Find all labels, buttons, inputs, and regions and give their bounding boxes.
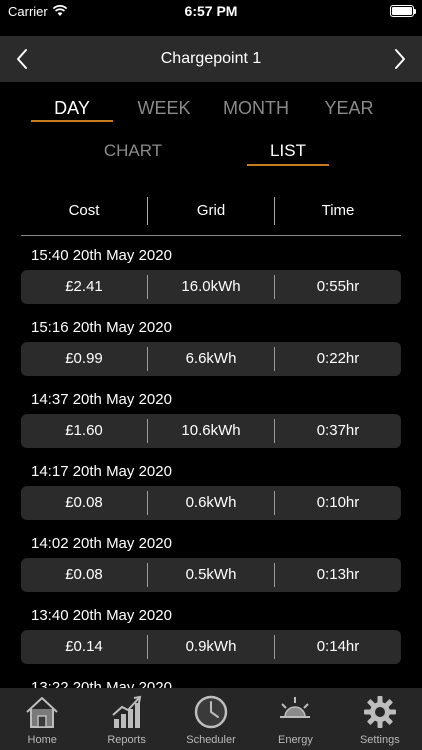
column-header-time: Time — [274, 197, 401, 225]
battery-icon — [390, 5, 416, 17]
session-time: 0:14hr — [274, 635, 401, 659]
tab-month[interactable]: MONTH — [215, 96, 297, 124]
session-cost: £0.14 — [65, 638, 103, 655]
session-date: 14:17 20th May 2020 — [31, 463, 172, 480]
list-item: 15:16 20th May 2020 £0.99 6.6kWh 0:22hr — [21, 318, 401, 390]
clock-label: 6:57 PM — [184, 3, 238, 19]
session-row[interactable]: £0.08 0.6kWh 0:10hr — [21, 486, 401, 520]
home-icon — [26, 697, 58, 728]
session-grid: 0.9kWh — [147, 635, 274, 659]
session-row[interactable]: £2.41 16.0kWh 0:55hr — [21, 270, 401, 304]
sun-icon — [280, 697, 311, 718]
tabbar-label: Settings — [359, 734, 400, 746]
session-time: 0:55hr — [274, 275, 401, 299]
list-item: 13:22 20th May 2020 — [21, 678, 401, 688]
session-cost: £1.60 — [65, 422, 103, 439]
tabbar-item-scheduler[interactable]: Scheduler — [169, 688, 253, 750]
reports-icon — [111, 695, 141, 728]
session-row[interactable]: £0.99 6.6kWh 0:22hr — [21, 342, 401, 376]
session-grid: 10.6kWh — [147, 419, 274, 443]
session-time: 0:10hr — [274, 491, 401, 515]
tabbar-item-reports[interactable]: Reports — [84, 688, 168, 750]
session-date: 14:02 20th May 2020 — [31, 535, 172, 552]
list-item: 14:37 20th May 2020 £1.60 10.6kWh 0:37hr — [21, 390, 401, 462]
tabbar-label: Energy — [277, 734, 313, 746]
status-bar: Carrier 6:57 PM — [0, 0, 422, 24]
tabbar-item-home[interactable]: Home — [0, 688, 84, 750]
session-date: 14:37 20th May 2020 — [31, 391, 172, 408]
session-cost: £0.08 — [65, 494, 103, 511]
list-item: 15:40 20th May 2020 £2.41 16.0kWh 0:55hr — [21, 246, 401, 318]
session-row[interactable]: £0.08 0.5kWh 0:13hr — [21, 558, 401, 592]
session-time: 0:37hr — [274, 419, 401, 443]
gear-icon — [363, 696, 396, 728]
tabbar-label: Reports — [107, 734, 146, 746]
session-cost: £0.08 — [65, 566, 103, 583]
period-tabs: DAY WEEK MONTH YEAR — [0, 96, 422, 126]
page-title: Chargepoint 1 — [160, 50, 262, 67]
list-item: 13:40 20th May 2020 £0.14 0.9kWh 0:14hr — [21, 606, 401, 678]
view-tabs: CHART LIST — [0, 139, 422, 169]
clock-icon — [194, 695, 228, 729]
session-date: 13:40 20th May 2020 — [31, 607, 172, 624]
session-row[interactable]: £1.60 10.6kWh 0:37hr — [21, 414, 401, 448]
tabbar-item-energy[interactable]: Energy — [253, 688, 337, 750]
tab-list[interactable]: LIST — [247, 139, 329, 167]
column-headers: Cost Grid Time — [21, 197, 401, 225]
list-item: 14:02 20th May 2020 £0.08 0.5kWh 0:13hr — [21, 534, 401, 606]
chevron-right-icon[interactable] — [388, 47, 410, 71]
session-row[interactable]: £0.14 0.9kWh 0:14hr — [21, 630, 401, 664]
session-date: 15:16 20th May 2020 — [31, 319, 172, 336]
session-grid: 0.6kWh — [147, 491, 274, 515]
session-date: 15:40 20th May 2020 — [31, 247, 172, 264]
list-item: 14:17 20th May 2020 £0.08 0.6kWh 0:10hr — [21, 462, 401, 534]
title-bar: Chargepoint 1 — [0, 36, 422, 82]
session-cost: £2.41 — [65, 278, 103, 295]
tab-year[interactable]: YEAR — [308, 96, 390, 124]
session-date: 13:22 20th May 2020 — [31, 679, 172, 688]
tabbar-item-settings[interactable]: Settings — [338, 688, 422, 750]
tab-day[interactable]: DAY — [31, 96, 113, 124]
session-time: 0:13hr — [274, 563, 401, 587]
tab-chart[interactable]: CHART — [92, 139, 174, 167]
header-divider — [21, 235, 401, 236]
tab-bar: Home Reports Scheduler Energy Settings — [0, 688, 422, 750]
session-list[interactable]: 15:40 20th May 2020 £2.41 16.0kWh 0:55hr… — [21, 246, 401, 688]
session-grid: 0.5kWh — [147, 563, 274, 587]
tab-week[interactable]: WEEK — [123, 96, 205, 124]
tabbar-label: Scheduler — [186, 734, 236, 746]
session-time: 0:22hr — [274, 347, 401, 371]
tabbar-label: Home — [27, 734, 57, 746]
session-grid: 6.6kWh — [147, 347, 274, 371]
session-cost: £0.99 — [65, 350, 103, 367]
column-header-grid: Grid — [147, 197, 274, 225]
session-grid: 16.0kWh — [147, 275, 274, 299]
column-header-cost: Cost — [68, 202, 100, 219]
